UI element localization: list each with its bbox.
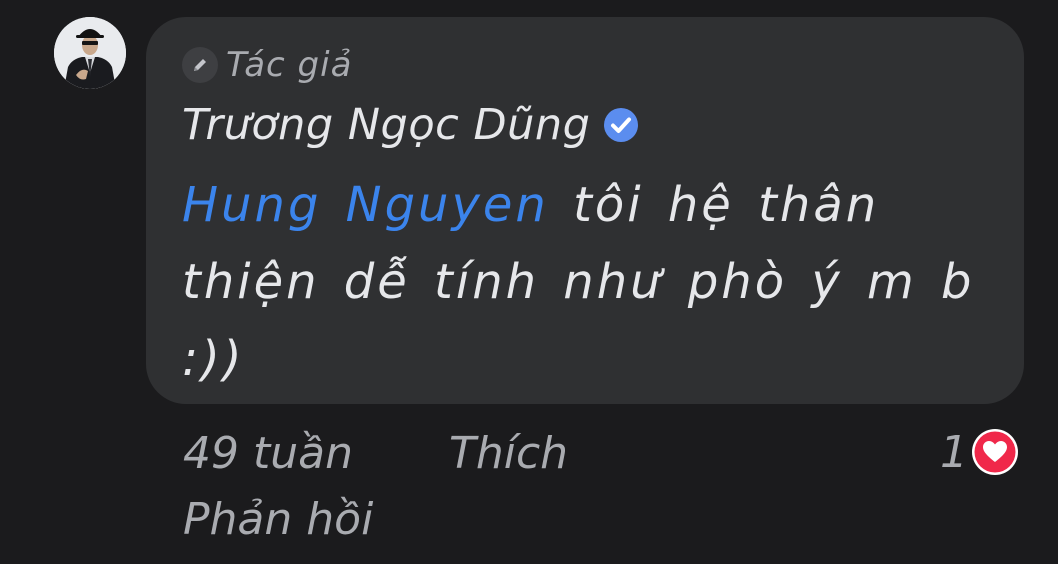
comment-text: Hung Nguyen tôi hệ thân thiện dễ tính nh… [182,167,1002,398]
comment-thread: Tác giả Trương Ngọc Dũng Hung Nguyen tôi… [0,0,1058,564]
mention-link[interactable]: Hung Nguyen [182,177,549,233]
reaction-summary[interactable]: 1 [940,420,1020,484]
reply-button[interactable]: Phản hồi [183,486,373,554]
timestamp[interactable]: 49 tuần [183,420,353,488]
author-badge-label: Tác giả [226,45,353,85]
comment-bubble: Tác giả Trương Ngọc Dũng Hung Nguyen tôi… [146,17,1024,404]
like-button[interactable]: Thích [449,420,568,488]
avatar[interactable] [54,17,126,89]
reaction-count: 1 [940,426,968,478]
author-badge: Tác giả [182,45,352,85]
verified-badge-icon [604,108,639,142]
person-icon [54,17,126,89]
heart-icon [972,429,1018,475]
author-name[interactable]: Trương Ngọc Dũng [182,100,590,150]
author-name-row: Trương Ngọc Dũng [182,97,640,153]
pen-icon [182,47,218,83]
